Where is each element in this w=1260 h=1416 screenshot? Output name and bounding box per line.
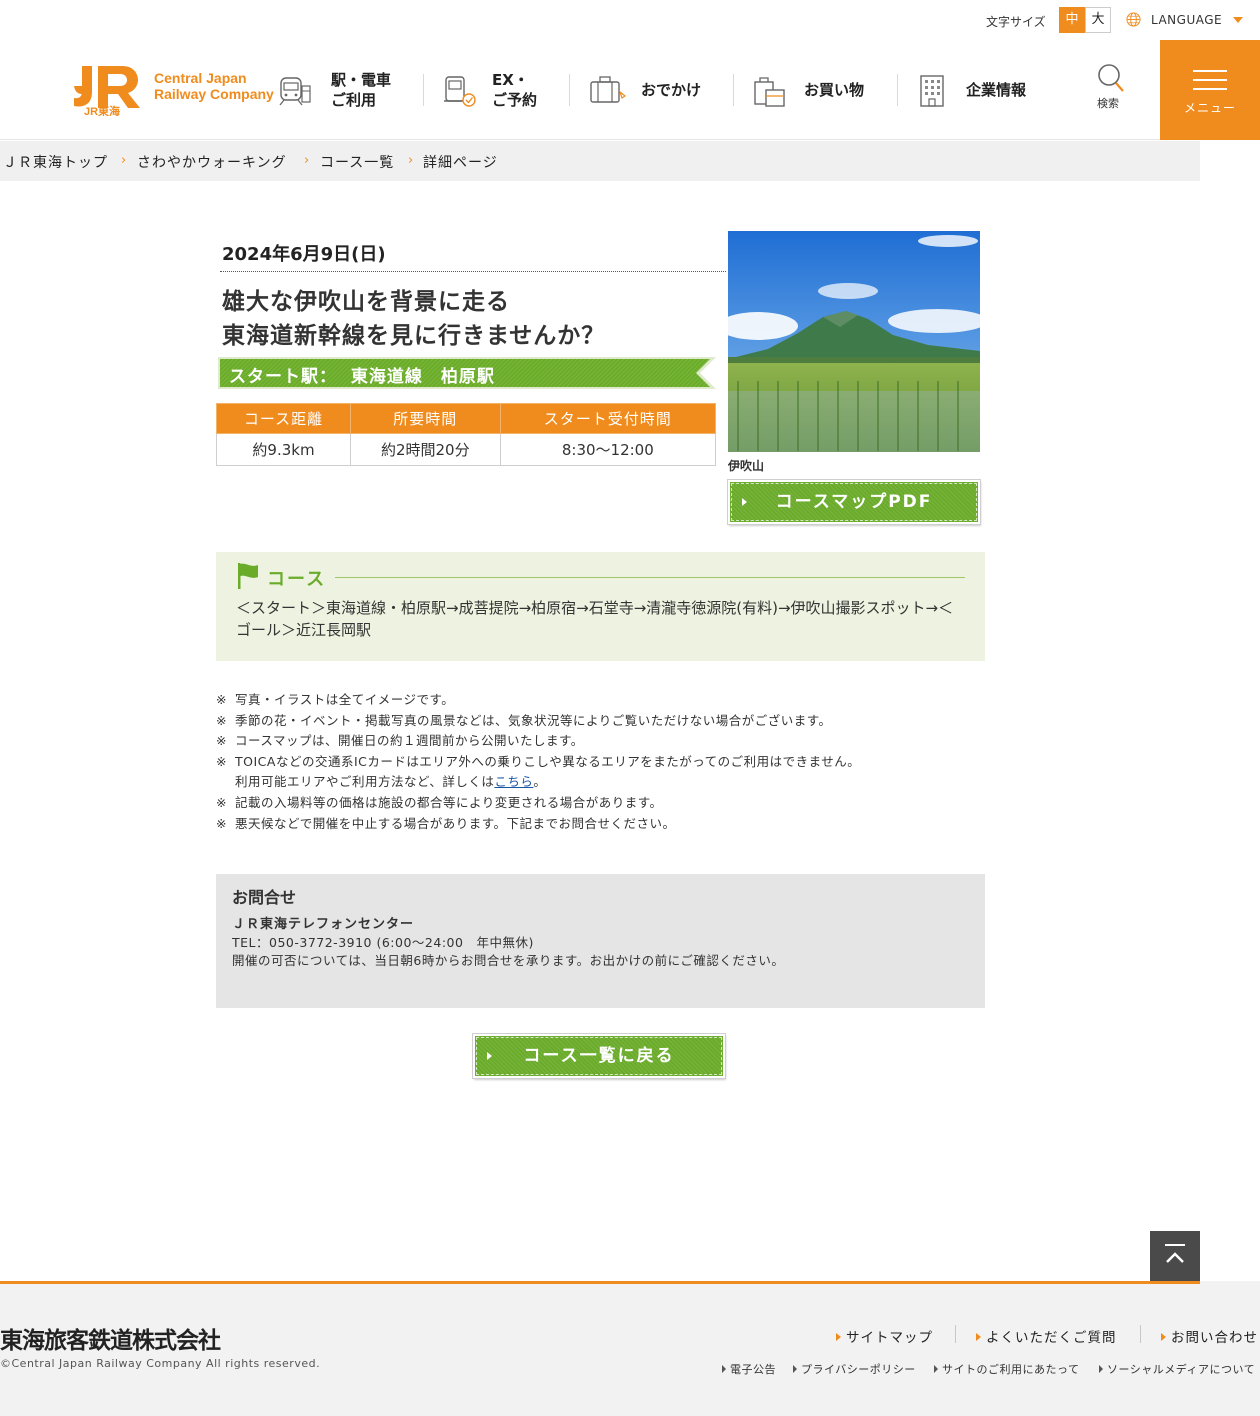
nav-label-station-train: 駅・電車 ご利用 <box>331 71 392 109</box>
table-header-distance: コース距離 <box>216 403 351 434</box>
breadcrumb-link-course-list[interactable]: コース一覧 <box>320 152 394 172</box>
course-heading: コース <box>267 569 327 590</box>
chevron-right-icon: › <box>304 153 310 168</box>
nav-divider <box>733 74 734 106</box>
toica-details-link[interactable]: こちら <box>494 774 533 789</box>
breadcrumb: ＪＲ東海トップ › さわやかウォーキング › コース一覧 › 詳細ページ <box>0 141 1200 181</box>
footer-link-privacy[interactable]: プライバシーポリシー <box>793 1361 916 1377</box>
back-to-course-list-label: コース一覧に戻る <box>523 1046 675 1066</box>
footer-link-contact[interactable]: お問い合わせ <box>1161 1326 1258 1346</box>
page-top-button[interactable] <box>1150 1231 1200 1281</box>
train-icon <box>279 77 311 106</box>
note-item: ※ 写真・イラストは全てイメージです。 <box>216 692 455 707</box>
table-cell-distance: 約9.3km <box>216 433 351 466</box>
nav-divider <box>423 74 424 106</box>
logo-text-line2: Railway Company <box>154 86 274 102</box>
menu-button[interactable]: メニュー <box>1160 40 1260 140</box>
note-item: ※ TOICAなどの交通系ICカードはエリア外への乗りこしや異なるエリアをまたがっ… <box>216 753 861 769</box>
nav-label-outing: おでかけ <box>641 81 702 99</box>
back-to-course-list-button[interactable]: コース一覧に戻る <box>473 1034 725 1078</box>
course-map-pdf-button[interactable]: コースマップPDF <box>728 480 980 524</box>
language-selector[interactable]: LANGUAGE <box>1151 13 1222 27</box>
note-item: ※ 悪天候などで開催を中止する場合があります。下記までお問合せください。 <box>216 815 676 831</box>
building-icon <box>920 75 944 107</box>
jr-central-logo[interactable]: JR東海 <box>70 64 142 116</box>
utility-bar: 文字サイズ 中 大 LANGUAGE <box>0 0 1260 40</box>
footer-accent-line <box>0 1281 1200 1284</box>
event-title-line2: 東海道新幹線を見に行きませんか？ <box>222 323 606 349</box>
table-cell-duration: 約2時間20分 <box>349 433 501 466</box>
font-size-label: 文字サイズ <box>986 15 1046 29</box>
suitcase-icon <box>590 76 627 103</box>
course-route: ＜スタート＞東海道線・柏原駅→成菩提院→柏原宿→石堂寺→清瀧寺徳源院(有料)→伊… <box>236 599 954 639</box>
nav-label-ex-reservation: EX・ ご予約 <box>492 71 538 109</box>
divider <box>955 1325 956 1343</box>
note-item: ※ コースマップは、開催日の約１週間前から公開いたします。 <box>216 733 584 749</box>
menu-label: メニュー <box>1183 101 1236 115</box>
chevron-up-icon <box>1165 1244 1185 1263</box>
start-station: スタート駅： 東海道線 柏原駅 <box>229 367 495 387</box>
site-header: JR東海 Central Japan Railway Company 駅・電車 … <box>0 40 1260 140</box>
table-header-start-time: スタート受付時間 <box>499 403 717 434</box>
breadcrumb-current: 詳細ページ <box>423 155 498 171</box>
note-item: ※ 季節の花・イベント・掲載写真の風景などは、気象状況等によりご覧いただけない場合… <box>216 712 832 728</box>
nav-divider <box>897 74 898 106</box>
font-size-large-button[interactable]: 大 <box>1085 7 1111 33</box>
chevron-down-icon[interactable] <box>1233 17 1243 23</box>
contact-section: お問合せ ＪＲ東海テレフォンセンター TEL：050-3772-3910 (6:… <box>216 874 985 1008</box>
flag-icon <box>238 563 258 589</box>
divider <box>1140 1325 1141 1343</box>
footer-link-social-media[interactable]: ソーシャルメディアについて <box>1099 1361 1255 1377</box>
footer-link-faq[interactable]: よくいただくご質問 <box>976 1326 1117 1346</box>
footer-link-public-notice[interactable]: 電子公告 <box>722 1361 776 1377</box>
divider <box>220 271 726 272</box>
footer-company-name: 東海旅客鉄道株式会社 <box>0 1328 221 1354</box>
course-info-table: コース距離 所要時間 スタート受付時間 約9.3km 約2時間20分 8:30〜… <box>216 403 717 466</box>
note-item: ※ 記載の入場料等の価格は施設の都合等により変更される場合があります。 <box>216 794 663 810</box>
contact-telephone: TEL：050-3772-3910 (6:00〜24:00 年中無休) <box>232 935 534 950</box>
nav-divider <box>569 74 570 106</box>
contact-title: お問合せ <box>232 888 297 907</box>
event-title-line1: 雄大な伊吹山を背景に走る <box>222 289 510 315</box>
font-size-medium-button[interactable]: 中 <box>1059 7 1085 33</box>
contact-note: 開催の可否については、当日朝6時からお問合せを承ります。お出かけの前にご確認くだ… <box>232 953 785 968</box>
course-map-pdf-label: コースマップPDF <box>775 492 933 512</box>
nav-label-shopping: お買い物 <box>804 81 865 99</box>
course-photo <box>728 231 980 452</box>
breadcrumb-link-walking[interactable]: さわやかウォーキング <box>137 152 287 172</box>
hamburger-icon <box>1193 70 1227 72</box>
photo-caption: 伊吹山 <box>728 459 765 473</box>
table-cell-start-time: 8:30〜12:00 <box>499 433 717 466</box>
shopping-bag-icon <box>754 77 785 107</box>
chevron-right-icon: › <box>408 153 414 168</box>
globe-icon[interactable] <box>1126 12 1141 27</box>
note-item-continuation: 利用可能エリアやご利用方法など、詳しくはこちら。 <box>235 774 547 790</box>
footer-link-sitemap[interactable]: サイトマップ <box>836 1326 933 1346</box>
divider <box>335 577 965 578</box>
event-date: 2024年6月9日(日) <box>222 244 386 265</box>
logo-sub-text: JR東海 <box>84 104 120 116</box>
course-section: コース ＜スタート＞東海道線・柏原駅→成菩提院→柏原宿→石堂寺→清瀧寺徳源院(有… <box>216 552 985 661</box>
logo-text-line1: Central Japan <box>154 70 247 86</box>
chevron-right-icon: › <box>121 153 127 168</box>
site-footer: 東海旅客鉄道株式会社 ©Central Japan Railway Compan… <box>0 1281 1260 1416</box>
nav-label-corporate: 企業情報 <box>966 81 1027 99</box>
search-label[interactable]: 検索 <box>1097 95 1119 111</box>
breadcrumb-link-top[interactable]: ＪＲ東海トップ <box>3 152 108 172</box>
ticket-reservation-icon <box>444 76 476 107</box>
search-icon[interactable] <box>1096 62 1126 94</box>
contact-center-name: ＪＲ東海テレフォンセンター <box>232 917 415 932</box>
table-header-duration: 所要時間 <box>349 403 501 434</box>
footer-link-terms[interactable]: サイトのご利用にあたって <box>934 1361 1079 1377</box>
footer-copyright: ©Central Japan Railway Company All right… <box>0 1357 321 1370</box>
notes-list: ※ 写真・イラストは全てイメージです。 ※ 季節の花・イベント・掲載写真の風景などは… <box>216 690 985 834</box>
